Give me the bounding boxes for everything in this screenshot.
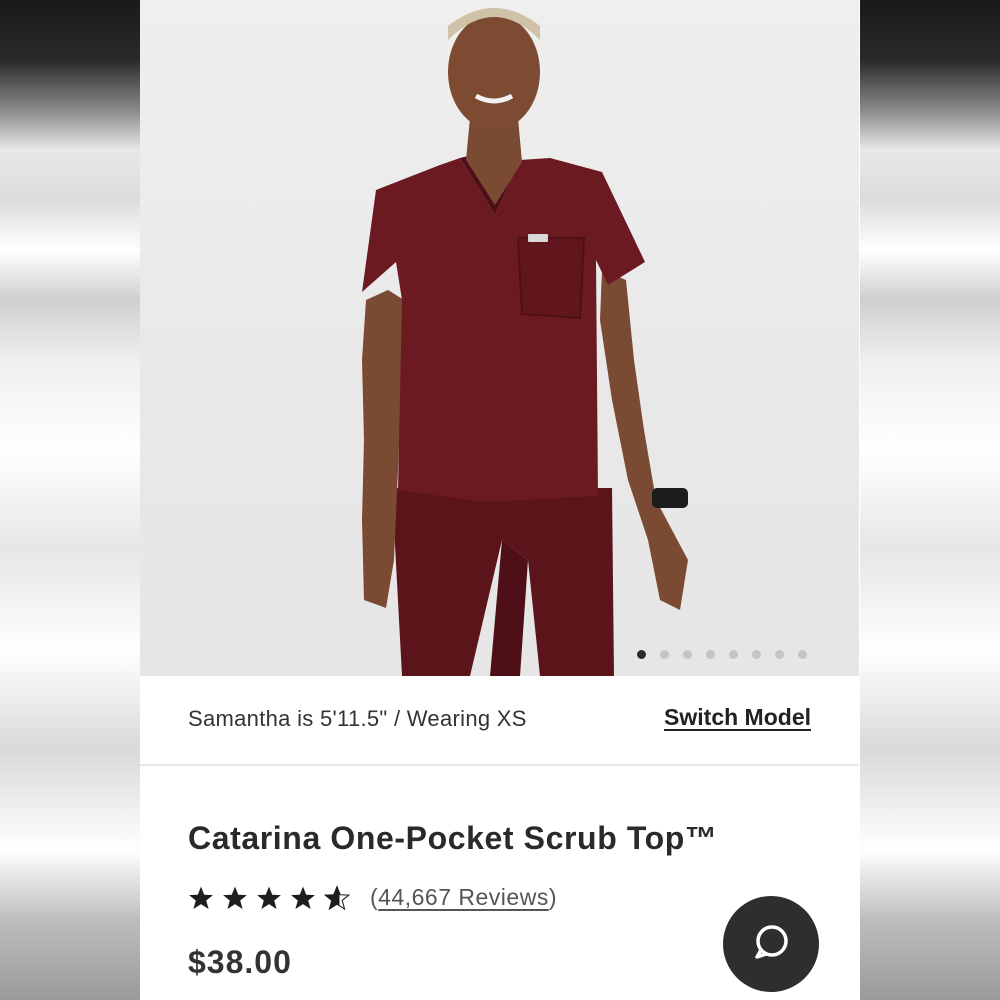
carousel-dot[interactable] bbox=[775, 650, 784, 659]
background-right bbox=[860, 0, 1000, 1000]
page: Samantha is 5'11.5" / Wearing XS Switch … bbox=[0, 0, 1000, 1000]
carousel-dot[interactable] bbox=[706, 650, 715, 659]
carousel-dot[interactable] bbox=[798, 650, 807, 659]
carousel-dot[interactable] bbox=[660, 650, 669, 659]
carousel-dot[interactable] bbox=[752, 650, 761, 659]
star-icon bbox=[222, 885, 248, 911]
reviews-close-paren: ) bbox=[548, 884, 557, 910]
carousel-dot[interactable] bbox=[683, 650, 692, 659]
product-image-carousel[interactable] bbox=[140, 0, 859, 676]
product-photo bbox=[362, 8, 688, 676]
product-price: $38.00 bbox=[188, 944, 292, 980]
background-left bbox=[0, 0, 140, 1000]
product-page: Samantha is 5'11.5" / Wearing XS Switch … bbox=[140, 0, 859, 1000]
model-info-bar: Samantha is 5'11.5" / Wearing XS Switch … bbox=[140, 676, 859, 766]
carousel-dots bbox=[637, 650, 807, 659]
rating-row: (44,667 Reviews) bbox=[188, 884, 557, 911]
carousel-dot[interactable] bbox=[729, 650, 738, 659]
chat-button[interactable] bbox=[723, 896, 819, 992]
reviews-link[interactable]: 44,667 Reviews bbox=[378, 884, 549, 910]
product-title: Catarina One-Pocket Scrub Top™ bbox=[188, 820, 718, 856]
switch-model-link[interactable]: Switch Model bbox=[664, 704, 811, 731]
star-icon bbox=[188, 885, 214, 911]
half-star-icon bbox=[324, 884, 350, 911]
reviews-count: (44,667 Reviews) bbox=[370, 884, 557, 911]
reviews-open-paren: ( bbox=[370, 884, 379, 910]
carousel-dot[interactable] bbox=[637, 650, 646, 659]
star-icon bbox=[256, 885, 282, 911]
chat-bubble-icon bbox=[751, 922, 791, 967]
model-info-text: Samantha is 5'11.5" / Wearing XS bbox=[188, 706, 527, 731]
star-rating bbox=[188, 884, 350, 911]
star-icon bbox=[290, 885, 316, 911]
